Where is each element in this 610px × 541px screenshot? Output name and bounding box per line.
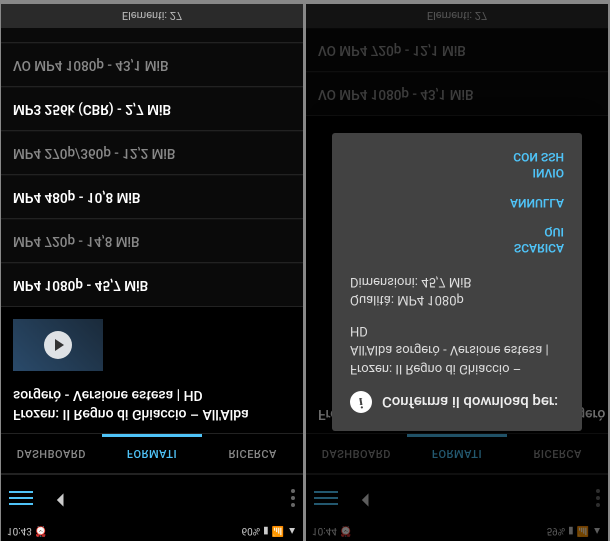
menu-icon[interactable] <box>9 491 33 505</box>
status-time: 10:43 <box>7 526 32 537</box>
info-icon: i <box>350 391 372 413</box>
screen-dialog: 10:44 ⏰ 59% ▮ 📶 ▲ DASHBOARD FORMATI RICE… <box>306 4 608 541</box>
wifi-icon: 📶 <box>272 526 284 537</box>
format-item[interactable]: MP3 256k (CBR) - 2,7 MiB <box>1 87 303 131</box>
app-bar <box>1 473 303 521</box>
tab-ricerca[interactable]: RICERCA <box>202 434 303 473</box>
dialog-video-title: Frozen: Il Regno di Ghiaccio – All'Alba … <box>350 320 564 377</box>
signal-icon: ▲ <box>287 526 297 537</box>
video-title: Frozen: Il Regno di Ghiaccio – All'Alba … <box>1 375 303 433</box>
quality-label: Qualità: <box>350 292 394 307</box>
format-item[interactable]: VO MP4 1080p - 43,1 MiB <box>1 43 303 87</box>
alarm-icon: ⏰ <box>35 526 47 537</box>
size-label: Dimensioni: <box>350 274 418 289</box>
tab-formati[interactable]: FORMATI <box>102 434 203 473</box>
format-list: MP4 1080p - 45,7 MiB MP4 720p - 14,8 MiB… <box>1 4 303 307</box>
play-icon <box>44 331 72 359</box>
battery-icon: ▮ <box>263 526 269 537</box>
dialog-overlay[interactable]: i Conferma il download per: Frozen: Il R… <box>306 4 608 541</box>
format-item[interactable]: MP4 270p/360p - 12,2 MiB <box>1 131 303 175</box>
download-confirm-dialog: i Conferma il download per: Frozen: Il R… <box>332 133 582 431</box>
video-thumbnail[interactable] <box>13 319 103 371</box>
format-item[interactable]: MP4 720p - 14,8 MiB <box>1 219 303 263</box>
tab-dashboard[interactable]: DASHBOARD <box>1 434 102 473</box>
battery-text: 60% <box>242 526 261 537</box>
format-item[interactable]: MP4 480p - 10,8 MiB <box>1 175 303 219</box>
download-here-button[interactable]: SCARICA QUI <box>514 224 564 255</box>
cancel-button[interactable]: ANNULLA <box>510 194 564 210</box>
footer-count: Elementi: 27 <box>1 4 303 28</box>
dialog-actions: SCARICA QUI ANNULLA INVIO CON SSH <box>350 143 564 255</box>
tabs: DASHBOARD FORMATI RICERCA <box>1 433 303 473</box>
more-icon[interactable] <box>291 489 295 507</box>
size-value: 45,7 MiB <box>421 274 471 289</box>
status-bar: 10:43 ⏰ 60% ▮ 📶 ▲ <box>1 521 303 541</box>
quality-value: MP4 1080p <box>397 292 464 307</box>
dialog-meta: Qualità: MP4 1080p Dimensioni: 45,7 MiB <box>350 271 564 309</box>
screen-formats: 10:43 ⏰ 60% ▮ 📶 ▲ DASHBOARD FORMATI RICE… <box>1 4 303 541</box>
format-item[interactable]: MP4 1080p - 45,7 MiB <box>1 263 303 307</box>
back-button[interactable] <box>51 486 71 510</box>
dialog-title: Conferma il download per: <box>382 393 558 411</box>
send-ssh-button[interactable]: INVIO CON SSH <box>513 149 564 180</box>
